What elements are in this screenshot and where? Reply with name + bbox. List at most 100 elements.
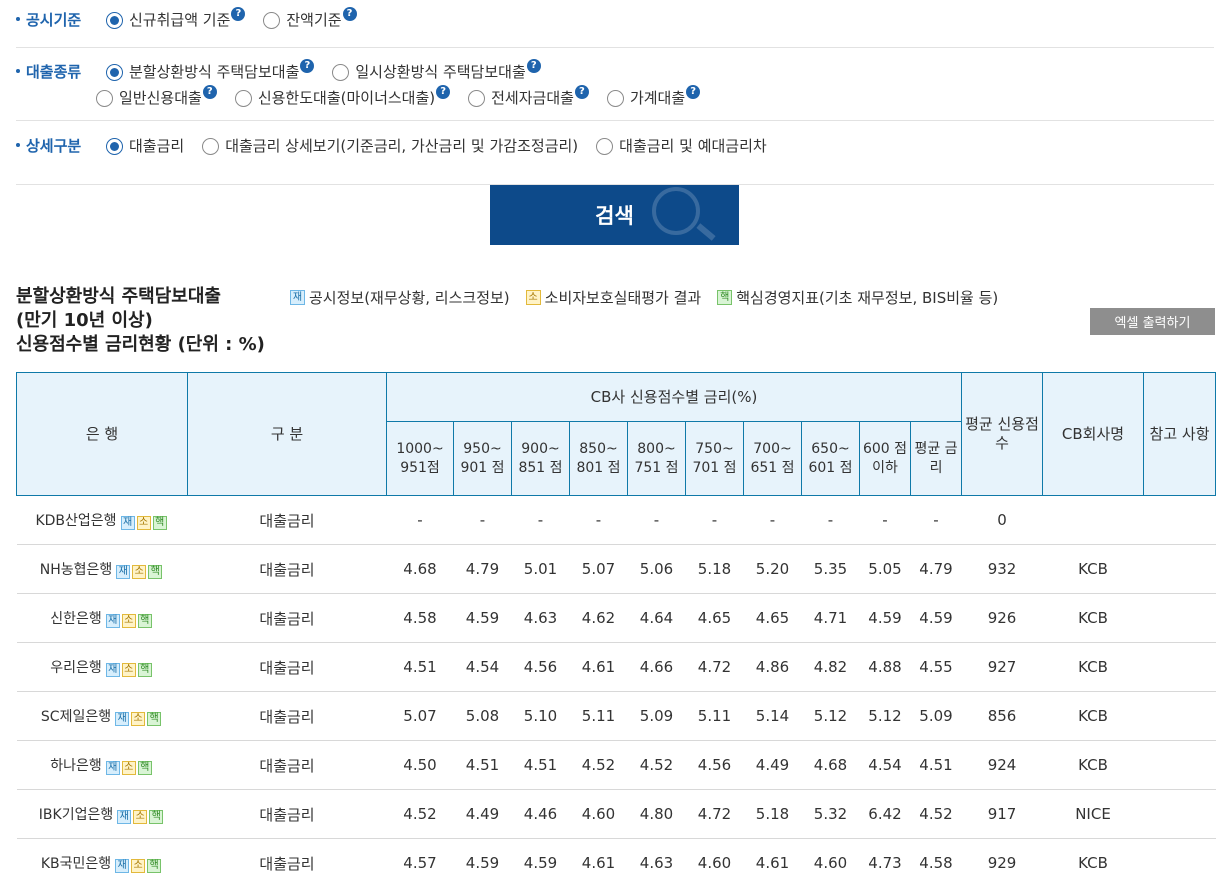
disclosure-tag-icon[interactable]: 재 [117,810,132,824]
consumer-tag-icon[interactable]: 소 [133,810,148,824]
rate-cell: 4.51 [453,740,512,790]
table-row: SC제일은행 재 소 핵 대출금리 5.07 5.08 5.10 5.11 5.09 5.11 5.1… [16,691,1216,741]
bank-name[interactable]: KDB산업은행 [35,513,116,529]
header-bank: 은 행 [16,372,188,496]
consumer-tag-icon[interactable]: 소 [131,859,146,873]
radio-loan-rate[interactable]: 대출금리 [106,136,184,156]
filter-disclosure-options: 신규취급액 기준? 잔액기준? [106,7,375,30]
radio-selected-icon[interactable] [106,11,123,29]
radio-jeonse[interactable]: 전세자금대출? [468,85,589,108]
radio-credit-line[interactable]: 신용한도대출(마이너스대출)? [234,85,451,108]
bank-name[interactable]: 우리은행 [50,660,102,676]
rate-cell: 5.14 [743,691,802,741]
disclosure-tag-icon[interactable]: 재 [120,516,135,530]
disclosure-tag-icon[interactable]: 재 [105,663,120,677]
note-cell [1143,544,1216,594]
consumer-tag-icon[interactable]: 소 [132,565,147,579]
table-row: 우리은행 재 소 핵 대출금리 4.51 4.54 4.56 4.61 4.66 4.72 4.86 4… [16,642,1216,692]
consumer-tag-icon[interactable]: 소 [121,614,136,628]
rate-cell: 4.73 [859,838,911,875]
header-category: 구 분 [187,372,387,496]
bank-name[interactable]: IBK기업은행 [39,807,113,823]
filter-detail: 상세구분 대출금리 대출금리 상세보기(기준금리, 가산금리 및 가감조정금리)… [16,136,785,156]
help-icon[interactable]: ? [202,85,217,99]
search-button[interactable]: 검색 [490,185,739,245]
rate-cell: 4.50 [386,740,454,790]
consumer-tag-icon[interactable]: 소 [121,761,136,775]
consumer-tag-icon[interactable]: 소 [121,663,136,677]
consumer-tag-icon[interactable]: 소 [131,712,146,726]
bank-name[interactable]: 신한은행 [50,611,102,627]
option-line: 대출금리 대출금리 상세보기(기준금리, 가산금리 및 가감조정금리) 대출금리… [106,136,785,156]
disclosure-tag-icon[interactable]: 재 [115,859,130,873]
key-indicator-tag-icon[interactable]: 핵 [147,859,162,873]
bank-name[interactable]: KB국민은행 [41,856,111,872]
rate-cell: - [569,495,628,545]
rate-cell: 4.79 [453,544,512,594]
help-icon[interactable]: ? [342,7,357,21]
key-indicator-tag-icon[interactable]: 핵 [148,565,163,579]
radio-loan-rate-detail[interactable]: 대출금리 상세보기(기준금리, 가산금리 및 가감조정금리) [202,136,578,156]
rate-cell: 4.82 [801,642,860,692]
help-icon[interactable]: ? [526,59,541,73]
radio-unselected-icon[interactable] [234,89,252,107]
radio-unselected-icon[interactable] [468,89,486,107]
key-indicator-tag-icon[interactable]: 핵 [137,761,152,775]
radio-new-amount[interactable]: 신규취급액 기준? [106,7,246,30]
key-indicator-tag-icon[interactable]: 핵 [149,810,164,824]
radio-general-credit[interactable]: 일반신용대출? [96,85,217,108]
note-cell [1143,593,1216,643]
disclosure-tag-icon[interactable]: 재 [105,614,120,628]
excel-export-button[interactable]: 엑셀 출력하기 [1090,308,1215,335]
rate-cell: - [453,495,512,545]
radio-selected-icon[interactable] [106,137,123,155]
key-indicator-tag-icon[interactable]: 핵 [147,712,162,726]
avg-score-cell: 924 [961,740,1043,790]
key-indicator-tag-icon[interactable]: 핵 [137,614,152,628]
disclosure-tag-icon[interactable]: 재 [105,761,120,775]
consumer-tag-icon[interactable]: 소 [136,516,151,530]
magnifier-handle [696,223,716,241]
help-icon[interactable]: ? [436,85,451,99]
radio-household[interactable]: 가계대출? [606,85,701,108]
bank-name[interactable]: 하나은행 [50,758,102,774]
disclosure-tag-icon[interactable]: 재 [115,712,130,726]
rate-cell: 4.59 [859,593,911,643]
radio-unselected-icon[interactable] [596,137,614,155]
radio-unselected-icon[interactable] [202,137,220,155]
radio-selected-icon[interactable] [106,63,123,81]
radio-unselected-icon[interactable] [332,63,350,81]
filter-loan-type: 대출종류 분할상환방식 주택담보대출? 일시상환방식 주택담보대출? 일반신용대… [16,59,718,108]
rate-cell: 4.79 [910,544,962,594]
radio-unselected-icon[interactable] [606,89,624,107]
avg-score-cell: 0 [961,495,1043,545]
filter-detail-label: 상세구분 [16,136,106,156]
radio-unselected-icon[interactable] [263,11,281,29]
bullet-icon [16,142,20,147]
radio-unselected-icon[interactable] [96,89,113,107]
help-icon[interactable]: ? [300,59,315,73]
radio-bullet-mortgage[interactable]: 일시상환방식 주택담보대출? [332,59,541,82]
help-icon[interactable]: ? [574,85,589,99]
rate-cell: 5.18 [685,544,744,594]
bank-name[interactable]: SC제일은행 [41,709,111,725]
rate-cell: 4.58 [386,593,454,643]
rate-cell: 4.86 [743,642,802,692]
rate-cell: 5.10 [511,691,570,741]
rate-cell: - [859,495,911,545]
help-icon[interactable]: ? [231,7,246,21]
note-cell [1143,691,1216,741]
header-range: 650~ 601 점 [801,421,860,496]
help-icon[interactable]: ? [686,85,701,99]
radio-installment-mortgage[interactable]: 분할상환방식 주택담보대출? [106,59,315,82]
rate-cell: 4.63 [627,838,686,875]
filter-detail-options: 대출금리 대출금리 상세보기(기준금리, 가산금리 및 가감조정금리) 대출금리… [106,136,785,156]
radio-balance[interactable]: 잔액기준? [263,7,357,30]
bank-name[interactable]: NH농협은행 [40,562,113,578]
radio-loan-deposit-spread[interactable]: 대출금리 및 예대금리차 [596,136,767,156]
rate-cell: 4.72 [685,642,744,692]
key-indicator-tag-icon[interactable]: 핵 [152,516,167,530]
avg-score-cell: 932 [961,544,1043,594]
key-indicator-tag-icon[interactable]: 핵 [137,663,152,677]
disclosure-tag-icon[interactable]: 재 [116,565,131,579]
